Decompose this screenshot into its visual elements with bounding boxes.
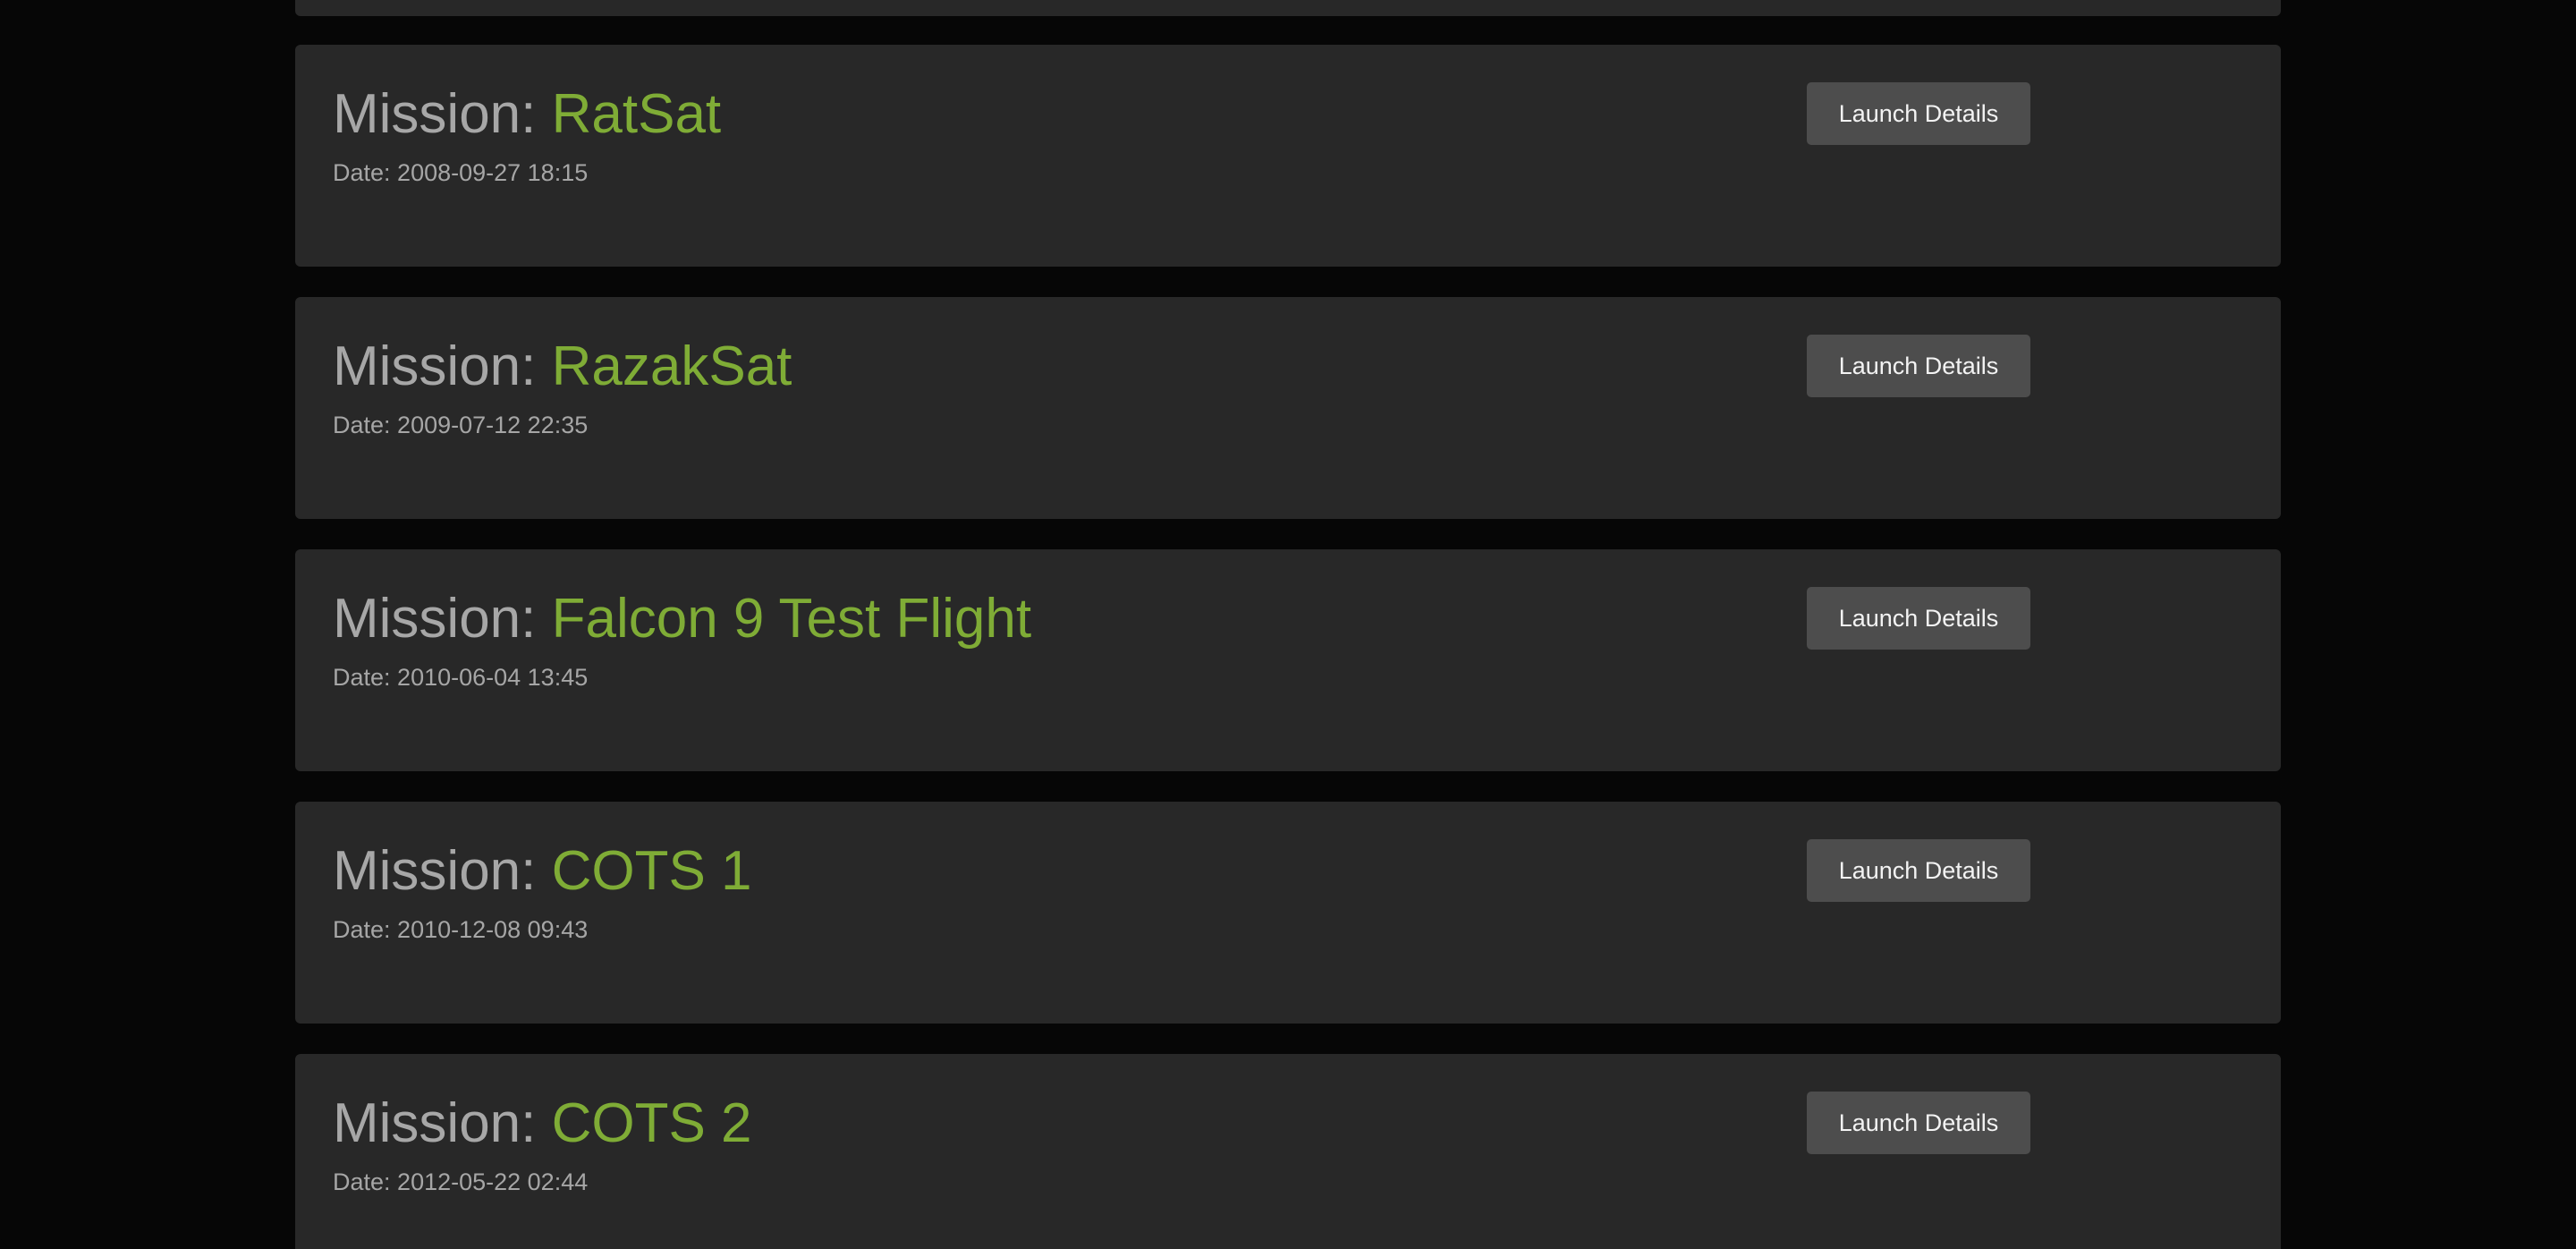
mission-prefix: Mission: <box>333 83 552 145</box>
date-value: 2010-12-08 09:43 <box>397 916 589 943</box>
launch-date: Date: 2009-07-12 22:35 <box>333 412 588 439</box>
mission-title: Mission: COTS 1 <box>333 839 752 904</box>
launch-card: Mission: Falcon 9 Test Flight Date: 2010… <box>295 549 2281 771</box>
mission-name: RazakSat <box>551 336 792 397</box>
launch-card: Mission: RazakSat Date: 2009-07-12 22:35… <box>295 297 2281 519</box>
launch-details-button[interactable]: Launch Details <box>1807 1092 2030 1154</box>
date-value: 2012-05-22 02:44 <box>397 1168 589 1195</box>
launch-card: Mission: RatSat Date: 2008-09-27 18:15 L… <box>295 45 2281 267</box>
mission-name: COTS 2 <box>551 1092 752 1154</box>
launch-details-button[interactable]: Launch Details <box>1807 839 2030 902</box>
date-prefix: Date: <box>333 159 398 186</box>
launch-card: Mission: COTS 2 Date: 2012-05-22 02:44 L… <box>295 1054 2281 1249</box>
mission-name: COTS 1 <box>551 840 752 902</box>
date-prefix: Date: <box>333 664 398 691</box>
mission-prefix: Mission: <box>333 336 552 397</box>
date-value: 2008-09-27 18:15 <box>397 159 589 186</box>
launch-details-button[interactable]: Launch Details <box>1807 587 2030 650</box>
date-value: 2009-07-12 22:35 <box>397 412 589 438</box>
launch-list: Mission: RatSat Date: 2008-09-27 18:15 L… <box>295 0 2281 1249</box>
date-prefix: Date: <box>333 916 398 943</box>
launch-card-partial <box>295 0 2281 16</box>
launch-card: Mission: COTS 1 Date: 2010-12-08 09:43 L… <box>295 802 2281 1024</box>
mission-prefix: Mission: <box>333 840 552 902</box>
mission-title: Mission: RatSat <box>333 82 721 147</box>
mission-title: Mission: RazakSat <box>333 335 792 399</box>
launch-date: Date: 2012-05-22 02:44 <box>333 1168 588 1196</box>
launch-details-button[interactable]: Launch Details <box>1807 82 2030 145</box>
mission-name: RatSat <box>551 83 722 145</box>
launch-date: Date: 2008-09-27 18:15 <box>333 159 588 187</box>
mission-prefix: Mission: <box>333 588 552 650</box>
date-prefix: Date: <box>333 412 398 438</box>
launch-date: Date: 2010-06-04 13:45 <box>333 664 588 692</box>
mission-title: Mission: Falcon 9 Test Flight <box>333 587 1031 651</box>
date-value: 2010-06-04 13:45 <box>397 664 589 691</box>
mission-title: Mission: COTS 2 <box>333 1092 752 1156</box>
launch-details-button[interactable]: Launch Details <box>1807 335 2030 397</box>
mission-prefix: Mission: <box>333 1092 552 1154</box>
launch-list-viewport: Mission: RatSat Date: 2008-09-27 18:15 L… <box>0 0 2576 1249</box>
mission-name: Falcon 9 Test Flight <box>551 588 1032 650</box>
launch-date: Date: 2010-12-08 09:43 <box>333 916 588 944</box>
date-prefix: Date: <box>333 1168 398 1195</box>
